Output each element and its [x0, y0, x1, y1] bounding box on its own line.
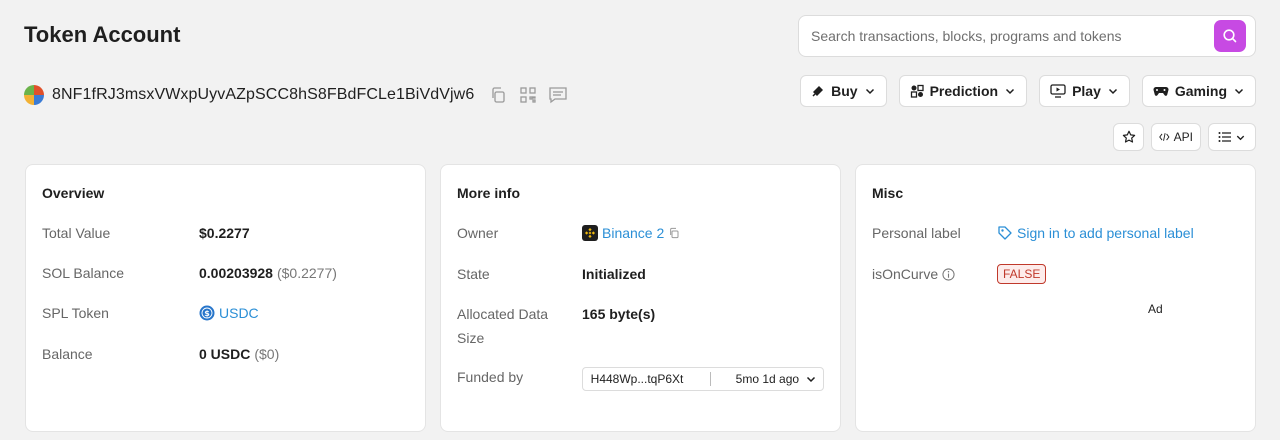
- spl-token-label: SPL Token: [42, 305, 109, 321]
- star-icon: [1122, 130, 1135, 143]
- chevron-down-icon: [865, 88, 874, 95]
- nav-play-button[interactable]: Play: [1039, 75, 1130, 107]
- nav-play-label: Play: [1072, 83, 1101, 99]
- list-icon: [1218, 132, 1231, 142]
- is-on-curve-row: isOnCurve FALSE: [872, 264, 1239, 284]
- account-avatar: [24, 85, 44, 105]
- overview-card: Overview Total Value $0.2277 SOL Balance…: [25, 164, 426, 432]
- state-label: State: [457, 266, 490, 282]
- binance-icon: [582, 225, 598, 241]
- is-on-curve-label: isOnCurve: [872, 266, 939, 282]
- page-title: Token Account: [24, 22, 181, 47]
- personal-label-row: Personal label Sign in to add personal l…: [872, 225, 1239, 241]
- buy-icon: [812, 86, 824, 97]
- nav-gaming-label: Gaming: [1174, 83, 1227, 99]
- funded-ago: 5mo 1d ago: [735, 372, 800, 386]
- sol-balance-row: SOL Balance 0.00203928 ($0.2277): [42, 265, 409, 281]
- search-input[interactable]: [799, 16, 1214, 56]
- add-personal-label-link[interactable]: Sign in to add personal label: [1017, 225, 1194, 241]
- nav-prediction-button[interactable]: Prediction: [898, 75, 1028, 107]
- allocated-value: 165 byte(s): [582, 306, 656, 322]
- search-icon: [1223, 29, 1237, 43]
- tag-icon: [998, 226, 1012, 240]
- nav-menu: Buy Prediction Play Gaming: [800, 75, 1256, 107]
- copy-icon[interactable]: [668, 227, 680, 239]
- nav-buy-label: Buy: [831, 83, 858, 99]
- play-icon: [1050, 84, 1066, 98]
- more-info-title: More info: [457, 185, 520, 201]
- chevron-down-icon: [1108, 88, 1117, 95]
- sol-balance-value: 0.00203928: [199, 265, 273, 281]
- account-address-row: 8NF1fRJ3msxVWxpUyvAZpSCC8hS8FBdFCLe1BiVd…: [24, 84, 568, 106]
- nav-buy-button[interactable]: Buy: [800, 75, 887, 107]
- funded-tx[interactable]: H448Wp...tqP6Xt: [583, 372, 710, 386]
- is-on-curve-badge: FALSE: [997, 264, 1047, 284]
- prediction-icon: [910, 84, 924, 98]
- qr-code-icon[interactable]: [518, 85, 538, 105]
- funded-by-select[interactable]: H448Wp...tqP6Xt 5mo 1d ago: [581, 367, 824, 391]
- api-button[interactable]: API: [1151, 123, 1201, 151]
- svg-text:$: $: [204, 309, 210, 318]
- api-label: API: [1173, 130, 1193, 144]
- allocated-label: Allocated Data Size: [457, 306, 549, 346]
- state-row: State Initialized: [457, 266, 824, 282]
- usdc-icon: $: [199, 305, 215, 321]
- chevron-down-icon: [1234, 88, 1244, 95]
- balance-label: Balance: [42, 346, 93, 362]
- owner-link[interactable]: Binance 2: [602, 225, 664, 241]
- misc-title: Misc: [872, 185, 904, 201]
- gamepad-icon: [1153, 87, 1169, 96]
- chevron-down-icon: [1236, 135, 1245, 140]
- more-info-card: More info Owner Binance 2 State Initiali…: [440, 164, 841, 432]
- funded-label: Funded by: [457, 369, 524, 385]
- ad-label: Ad: [1148, 302, 1163, 316]
- total-value-label: Total Value: [42, 225, 111, 241]
- misc-card: Misc Personal label Sign in to add perso…: [855, 164, 1256, 432]
- account-address: 8NF1fRJ3msxVWxpUyvAZpSCC8hS8FBdFCLe1BiVd…: [52, 86, 475, 103]
- funded-row: Funded by H448Wp...tqP6Xt 5mo 1d ago: [457, 367, 824, 391]
- allocated-row: Allocated Data Size 165 byte(s): [457, 306, 824, 350]
- chevron-down-icon: [807, 376, 816, 383]
- info-icon[interactable]: [942, 267, 955, 281]
- nav-gaming-button[interactable]: Gaming: [1141, 75, 1256, 107]
- sol-balance-label: SOL Balance: [42, 265, 124, 281]
- overview-title: Overview: [42, 185, 105, 201]
- balance-row: Balance 0 USDC ($0): [42, 346, 409, 362]
- total-value-row: Total Value $0.2277: [42, 225, 409, 241]
- owner-label: Owner: [457, 225, 499, 241]
- balance-value: 0 USDC: [199, 346, 251, 362]
- spl-token-row: SPL Token $ USDC: [42, 305, 409, 321]
- personal-label-label: Personal label: [872, 225, 961, 241]
- total-value: $0.2277: [199, 225, 250, 241]
- account-toolbar: API: [1113, 123, 1256, 151]
- copy-icon[interactable]: [488, 85, 508, 105]
- nav-prediction-label: Prediction: [929, 83, 999, 99]
- search-box: [798, 15, 1256, 57]
- owner-row: Owner Binance 2: [457, 225, 824, 241]
- balance-usd: ($0): [254, 346, 280, 362]
- sol-balance-usd: ($0.2277): [276, 265, 337, 281]
- more-options-button[interactable]: [1208, 123, 1256, 151]
- code-icon: [1159, 133, 1170, 141]
- spl-token-link[interactable]: USDC: [219, 305, 259, 321]
- chevron-down-icon: [1006, 88, 1015, 95]
- favorite-button[interactable]: [1113, 123, 1144, 151]
- state-value: Initialized: [582, 266, 646, 282]
- comment-icon[interactable]: [548, 85, 568, 105]
- search-button[interactable]: [1214, 20, 1246, 52]
